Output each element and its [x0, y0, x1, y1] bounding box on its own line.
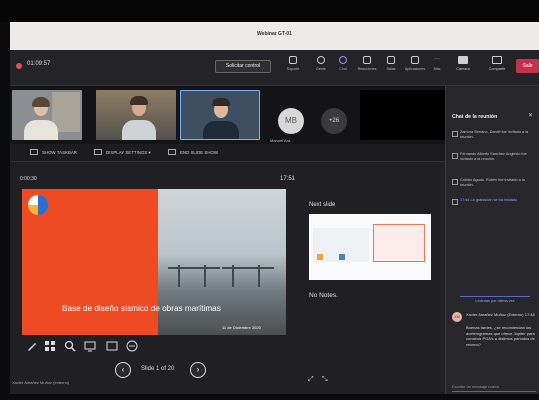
status-line: Xavier Amañez Muñoz (externo) — [12, 380, 70, 385]
port-photo — [158, 189, 286, 335]
slide-title: Base de diseño sísmico de obras marítima… — [62, 304, 221, 313]
close-icon[interactable]: ✕ — [528, 112, 533, 119]
chat-button[interactable]: Chat — [332, 56, 354, 71]
chat-message-input[interactable]: Escribe un mensaje nuevo — [452, 382, 536, 392]
current-time: 17:51 — [280, 176, 296, 182]
recording-started-message: 17:44 La grabación se ha iniciado — [452, 198, 536, 206]
elapsed-time: 0:00:30 — [20, 176, 37, 182]
more-button[interactable]: ··· Más — [426, 56, 448, 71]
meeting-timer: 01:09:57 — [27, 61, 51, 67]
display-settings-button[interactable]: DISPLAY SETTINGS ▾ — [94, 149, 151, 156]
message-author: Xavier Amañez Muñoz (Externo) — [466, 312, 524, 317]
company-logo-icon — [28, 195, 48, 215]
emoji-icon — [363, 56, 371, 64]
support-button[interactable]: Soporte — [282, 56, 304, 71]
unread-divider: Lecturas por última vez — [460, 296, 530, 303]
teams-window: Webinar GT-01 01:09:57 Solicitar control… — [10, 22, 539, 394]
share-button[interactable]: Compartir — [484, 56, 510, 71]
chat-icon — [339, 56, 347, 64]
meeting-chat-panel: Chat de la reunión ✕ Zamora Serrano, Dan… — [445, 86, 539, 394]
next-slide-thumbnail[interactable] — [309, 214, 431, 280]
current-slide: Base de diseño sísmico de obras marítima… — [22, 189, 286, 335]
more-options-icon[interactable] — [126, 340, 138, 352]
people-icon — [317, 56, 325, 64]
chat-title: Chat de la reunión — [452, 114, 498, 120]
participant-video-1[interactable] — [12, 90, 82, 140]
message-header: Xavier Amañez Muñoz (Externo) 17:48 — [466, 312, 538, 317]
title-bar: Webinar GT-01 — [10, 22, 539, 50]
participant-video-blank — [360, 90, 450, 140]
recording-icon — [16, 63, 22, 69]
apps-icon — [411, 56, 419, 64]
previous-slide-button[interactable]: ‹ — [115, 362, 131, 378]
decrease-font-icon[interactable]: ⤡ — [322, 376, 328, 384]
camera-button[interactable]: Cámara — [450, 56, 476, 71]
system-message: Fernando Alberto Sánchez Anglesio fue in… — [452, 152, 536, 163]
more-participants-badge[interactable]: +26 — [321, 108, 347, 134]
monitor-bezel — [0, 0, 539, 22]
rectangle-icon — [289, 56, 297, 64]
show-taskbar-button[interactable]: SHOW TASKBAR — [30, 149, 77, 155]
pointer-icon[interactable] — [84, 340, 96, 352]
system-message: Cobián Agudo, Rubén fue invitado a la re… — [452, 178, 536, 189]
meeting-toolbar: 01:09:57 Solicitar control Soporte Gente… — [10, 50, 539, 86]
camera-icon — [458, 56, 468, 64]
presenter-controls: SHOW TASKBAR DISPLAY SETTINGS ▾ END SLID… — [10, 144, 445, 162]
end-slide-show-button[interactable]: END SLIDE SHOW — [168, 149, 218, 155]
speaker-notes: No Notes. — [309, 292, 338, 299]
next-slide-button[interactable]: › — [190, 362, 206, 378]
share-icon — [492, 56, 502, 64]
presenter-view: 0:00:30 17:51 Base de diseño sísmico de … — [10, 162, 445, 394]
participant-video-3-active[interactable] — [180, 90, 260, 140]
system-message: Zamora Serrano, Daniel fue invitado a la… — [452, 130, 536, 141]
leave-button[interactable]: Salir — [516, 59, 539, 73]
message-text: Buenas tardes, ¿se recomiendan los acele… — [466, 325, 535, 347]
next-slide-label: Next slide — [309, 202, 336, 208]
reactions-button[interactable]: Reacciones — [356, 56, 378, 71]
zoom-icon[interactable] — [64, 340, 76, 352]
participant-video-2[interactable] — [96, 90, 176, 140]
more-icon: ··· — [434, 56, 440, 62]
increase-font-icon[interactable]: ⤢ — [308, 376, 314, 384]
window-title: Webinar GT-01 — [257, 31, 292, 37]
rooms-icon — [387, 56, 395, 64]
pen-icon[interactable] — [26, 340, 38, 352]
avatar: XM — [452, 312, 462, 322]
avatar-name: Manuel Ara... — [270, 138, 294, 143]
people-button[interactable]: Gente — [310, 56, 332, 71]
message-time: 17:48 — [524, 312, 535, 317]
rooms-button[interactable]: Salas — [380, 56, 402, 71]
slide-date: 11 de Diciembre 2020 — [222, 325, 261, 330]
all-slides-icon[interactable] — [44, 340, 56, 352]
request-control-button[interactable]: Solicitar control — [215, 60, 271, 73]
black-screen-icon[interactable] — [106, 340, 118, 352]
avatar[interactable]: MB — [278, 108, 304, 134]
slide-counter: Slide 1 of 20 — [141, 366, 175, 372]
apps-button[interactable]: Aplicaciones — [404, 56, 426, 71]
